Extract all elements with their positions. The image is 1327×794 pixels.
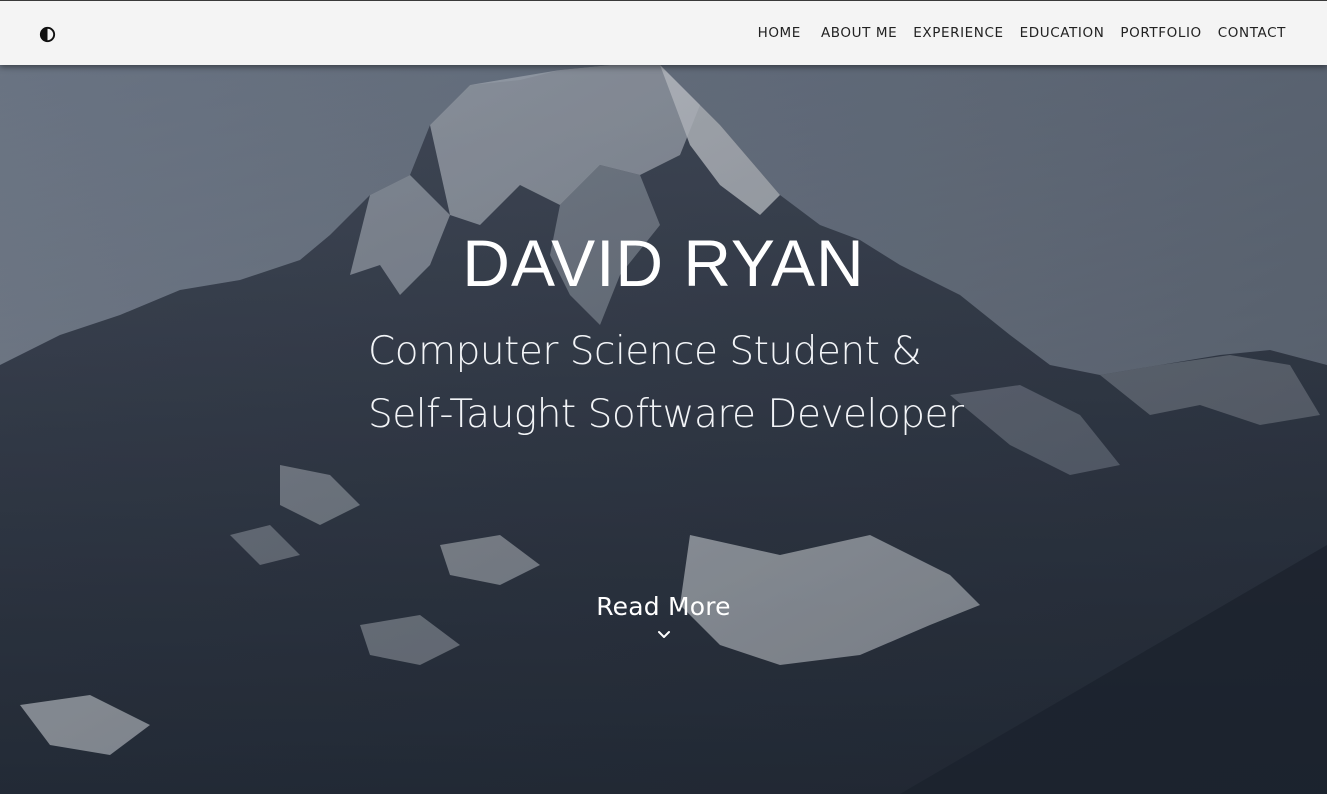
read-more-button[interactable]: Read More (0, 592, 1327, 645)
theme-toggle-icon[interactable] (38, 25, 57, 44)
read-more-label: Read More (596, 592, 731, 621)
nav-home[interactable]: HOME (750, 24, 809, 42)
nav-contact[interactable]: CONTACT (1210, 24, 1294, 42)
nav-education[interactable]: EDUCATION (1012, 24, 1113, 42)
chevron-down-icon[interactable] (657, 627, 671, 638)
page: HOME ABOUT ME EXPERIENCE EDUCATION PORTF… (0, 0, 1327, 794)
hero-section: DAVID RYAN Computer Science Student & Se… (0, 65, 1327, 794)
hero-content: DAVID RYAN Computer Science Student & Se… (0, 65, 1327, 794)
nav-about-me[interactable]: ABOUT ME (813, 24, 905, 42)
hero-subtitle-line-1: Computer Science Student & (368, 329, 922, 374)
nav-menu: HOME ABOUT ME EXPERIENCE EDUCATION PORTF… (750, 24, 1294, 42)
top-navbar: HOME ABOUT ME EXPERIENCE EDUCATION PORTF… (0, 0, 1327, 65)
nav-experience[interactable]: EXPERIENCE (905, 24, 1011, 42)
hero-title: DAVID RYAN (462, 226, 865, 300)
hero-subtitle: Computer Science Student & Self-Taught S… (368, 320, 1068, 446)
hero-subtitle-line-2: Self-Taught Software Developer (368, 392, 964, 437)
nav-portfolio[interactable]: PORTFOLIO (1112, 24, 1209, 42)
